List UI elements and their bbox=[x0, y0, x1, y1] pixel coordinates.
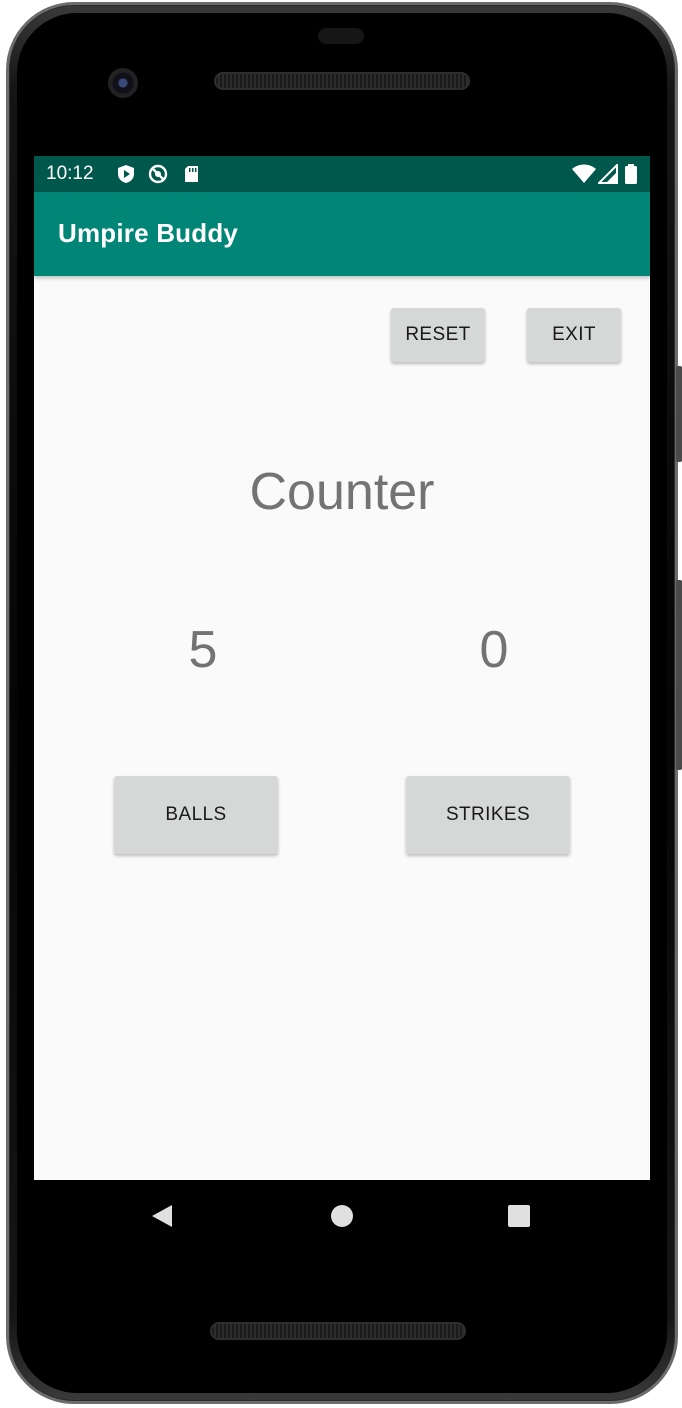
app-screen: 10:12 Umpire Buddy RESET EXIT Counter 5 … bbox=[34, 156, 650, 1180]
counter-title: Counter bbox=[249, 463, 435, 521]
battery-icon bbox=[625, 164, 637, 184]
recents-icon[interactable] bbox=[503, 1200, 535, 1232]
proximity-sensor bbox=[318, 28, 364, 44]
sd-card-icon bbox=[185, 166, 198, 182]
top-speaker bbox=[214, 72, 470, 90]
bottom-speaker bbox=[210, 1322, 466, 1340]
app-title: Umpire Buddy bbox=[58, 218, 239, 248]
volume-button bbox=[676, 366, 682, 462]
app-bar: Umpire Buddy bbox=[34, 192, 650, 276]
wifi-icon bbox=[572, 164, 596, 183]
status-time: 10:12 bbox=[46, 163, 94, 184]
exit-button[interactable]: EXIT bbox=[527, 308, 621, 362]
back-icon[interactable] bbox=[146, 1200, 178, 1232]
navigation-bar bbox=[34, 1180, 650, 1252]
balls-count: 5 bbox=[188, 621, 218, 679]
power-button bbox=[676, 580, 682, 770]
strikes-count: 0 bbox=[479, 621, 509, 679]
shield-play-icon bbox=[118, 165, 134, 183]
front-camera-icon bbox=[108, 68, 138, 98]
strikes-button[interactable]: STRIKES bbox=[406, 776, 570, 854]
no-sync-icon bbox=[148, 164, 168, 184]
reset-button[interactable]: RESET bbox=[391, 308, 485, 362]
balls-button[interactable]: BALLS bbox=[114, 776, 278, 854]
home-icon[interactable] bbox=[326, 1200, 358, 1232]
status-bar: 10:12 bbox=[34, 156, 650, 192]
cell-signal-icon bbox=[598, 164, 618, 184]
